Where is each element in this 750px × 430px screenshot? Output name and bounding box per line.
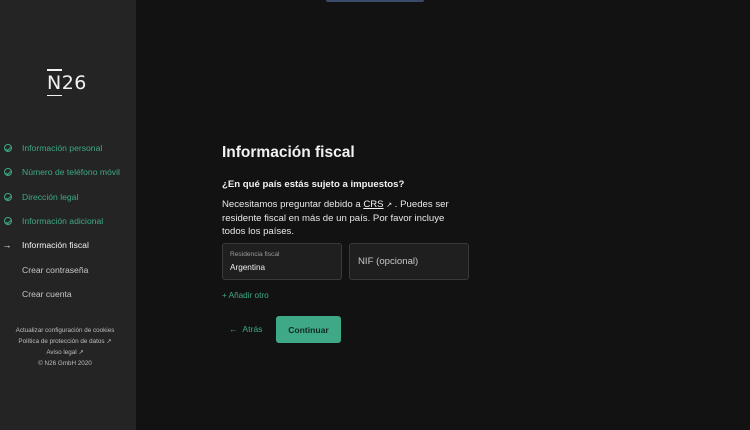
- sidebar-footer: Actualizar configuración de cookies Polí…: [0, 325, 130, 369]
- cookie-settings-link[interactable]: Actualizar configuración de cookies: [0, 325, 130, 336]
- page-title: Información fiscal: [222, 144, 355, 161]
- copyright-text: © N26 GmbH 2020: [38, 360, 92, 367]
- tax-residence-select[interactable]: Residencia fiscal Argentina: [222, 243, 342, 280]
- step-label: Información personal: [22, 143, 103, 154]
- tax-question: ¿En qué país estás sujeto a impuestos?: [222, 179, 405, 190]
- step-label: Dirección legal: [22, 191, 79, 202]
- nif-input[interactable]: [350, 244, 468, 279]
- step-label: Número de teléfono móvil: [22, 167, 120, 178]
- top-progress-bar: [326, 0, 424, 2]
- tax-description: Necesitamos preguntar debido a CRS ↗ . P…: [222, 199, 449, 238]
- arrow-right-icon: →: [2, 240, 12, 251]
- step-legal-address[interactable]: Dirección legal: [0, 185, 136, 209]
- check-circle-icon: [4, 168, 12, 177]
- back-button[interactable]: ← Atrás: [229, 324, 262, 334]
- arrow-left-icon: ←: [229, 324, 238, 334]
- step-create-account: Crear cuenta: [0, 282, 136, 306]
- step-phone[interactable]: Número de teléfono móvil: [0, 160, 136, 184]
- privacy-policy-link[interactable]: Política de protección de datos ↗: [0, 336, 130, 347]
- check-circle-icon: [4, 144, 12, 153]
- check-circle-icon: [4, 192, 12, 201]
- onboarding-steps: Información personal Número de teléfono …: [0, 136, 136, 306]
- step-label: Crear cuenta: [22, 288, 72, 299]
- step-create-password: Crear contraseña: [0, 257, 136, 281]
- step-label: Crear contraseña: [22, 264, 89, 275]
- crs-link[interactable]: CRS: [363, 199, 383, 210]
- step-tax-info: → Información fiscal: [0, 233, 136, 257]
- legal-notice-link[interactable]: Aviso legal ↗: [0, 347, 130, 358]
- tax-residence-label: Residencia fiscal: [230, 251, 280, 258]
- step-label: Información fiscal: [22, 240, 89, 251]
- step-additional-info[interactable]: Información adicional: [0, 209, 136, 233]
- tax-residence-value: Argentina: [230, 263, 266, 272]
- step-label: Información adicional: [22, 216, 104, 227]
- sidebar: N26 Información personal Número de teléf…: [0, 0, 136, 430]
- add-country-link[interactable]: + Añadir otro: [222, 291, 269, 300]
- step-personal-info[interactable]: Información personal: [0, 136, 136, 160]
- check-circle-icon: [4, 217, 12, 226]
- n26-logo: N26: [47, 69, 87, 96]
- nif-field: [349, 243, 469, 280]
- continue-button[interactable]: Continuar: [276, 316, 341, 343]
